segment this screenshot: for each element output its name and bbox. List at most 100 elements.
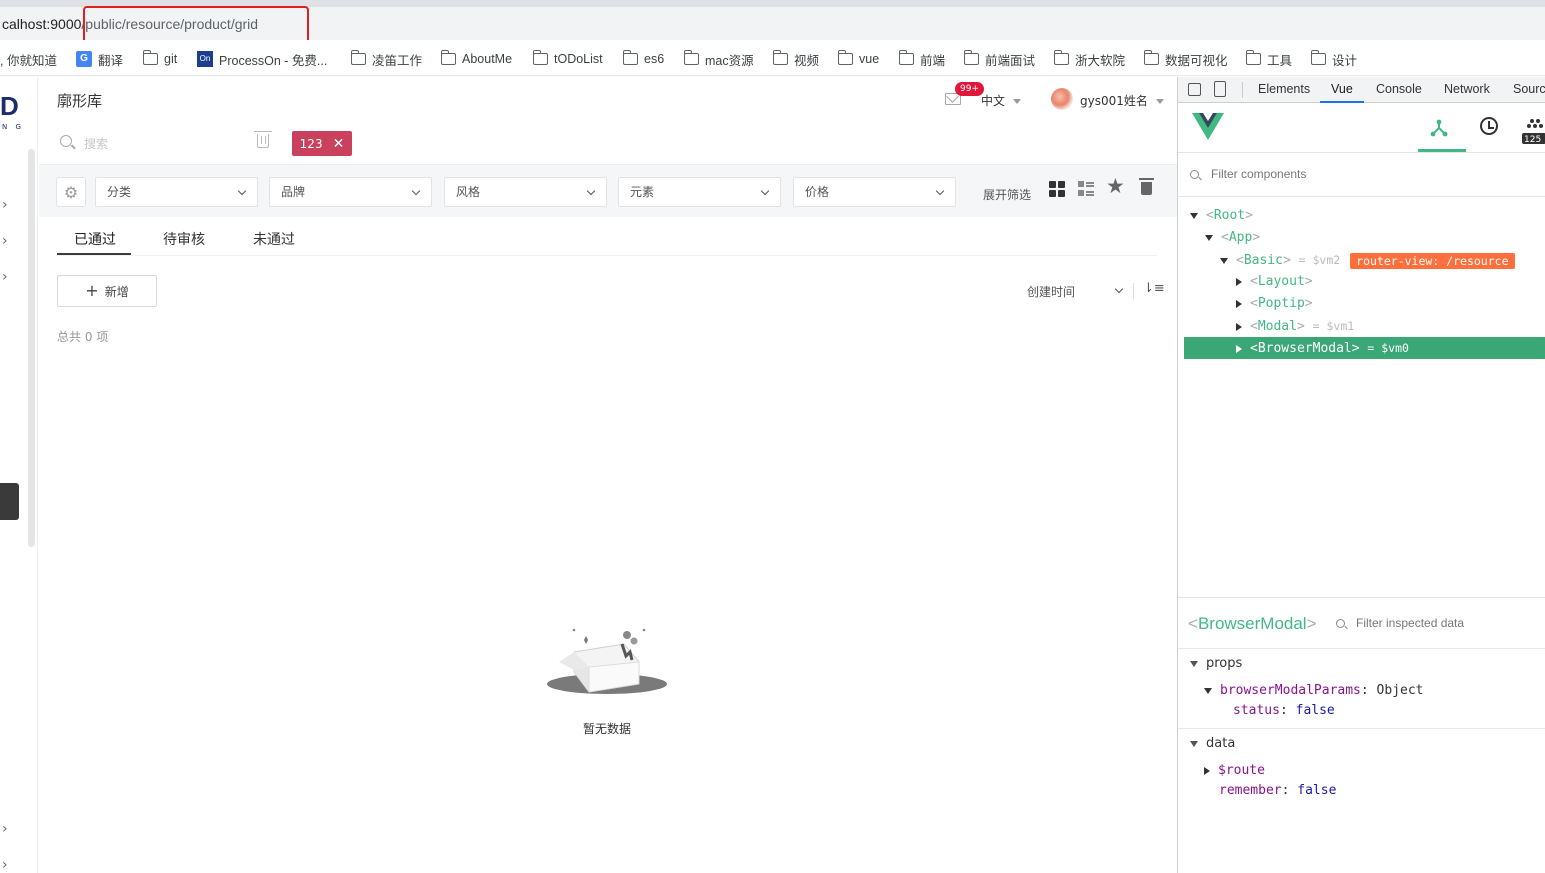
data-section-header[interactable]: data [1190,736,1235,751]
add-button-label: 新增 [104,284,129,299]
folder-icon [1310,50,1326,65]
expand-toggle-icon [1190,660,1198,667]
bookmark-item[interactable]: git [142,50,177,67]
bookmark-label: es6 [644,52,665,66]
components-icon[interactable] [1430,119,1448,137]
device-toolbar-icon[interactable] [1214,81,1226,97]
user-menu[interactable]: gys001姓名 [1080,92,1164,109]
data-row[interactable]: $route [1204,763,1265,778]
bookmark-item[interactable]: 数据可视化 [1143,50,1228,68]
search-input[interactable] [84,133,244,155]
bookmark-item[interactable]: tODoList [532,50,603,67]
chevron-right-icon[interactable]: › [2,197,8,213]
vm-ref: = $vm2 [1298,253,1341,267]
bookmark-item[interactable]: mac资源 [683,50,754,68]
trash-icon[interactable] [1139,178,1154,195]
bookmark-item[interactable]: 前端 [898,50,945,68]
settings-gear-icon[interactable]: ⚙ [56,177,86,207]
chevron-right-icon[interactable]: › [2,269,8,285]
folder-icon [683,50,699,65]
bookmark-item[interactable]: , 你就知道 [0,51,57,68]
sidebar-scrollbar[interactable] [28,149,35,547]
bookmark-item[interactable]: 凌笛工作 [350,50,423,68]
bookmark-item[interactable]: vue [837,50,879,67]
filter-style-select[interactable]: 风格 [444,177,607,207]
bookmark-item[interactable]: es6 [622,50,665,67]
devtools-tab-network[interactable]: Network [1444,82,1490,96]
search-tag-chip[interactable]: 123 ✕ [292,131,352,156]
component-name: Poptip [1257,296,1305,311]
add-button[interactable]: + 新增 [57,275,157,307]
expand-toggle-icon[interactable] [1190,212,1198,219]
close-icon[interactable]: ✕ [333,137,345,151]
expand-toggle-icon[interactable] [1220,257,1228,264]
chevron-right-icon[interactable]: › [2,821,8,837]
bookmark-item[interactable]: On ProcessOn - 免费... [197,51,327,68]
filter-bar: ⚙ 分类 品牌 风格 元素 价格 展开筛选 ★ [39,165,1177,217]
tab-rejected[interactable]: 未通过 [253,229,295,249]
tag-chip-label: 123 [299,136,323,151]
expand-toggle-icon[interactable] [1236,344,1242,353]
tree-node[interactable]: <Modal> = $vm1 [1178,315,1545,337]
expand-toggle-icon[interactable] [1236,299,1242,308]
sort-order-icon[interactable]: ⇂≡ [1143,281,1165,296]
bookmark-item[interactable]: 前端面试 [963,50,1035,68]
star-icon[interactable]: ★ [1106,176,1125,197]
app-logo[interactable]: D [0,93,19,119]
tab-pending[interactable]: 待审核 [163,229,205,249]
tree-node-selected[interactable]: <BrowserModal> = $vm0 [1184,337,1545,359]
bookmark-item[interactable]: 视频 [772,50,819,68]
expand-toggle-icon[interactable] [1236,277,1242,286]
bookmark-item[interactable]: G 翻译 [76,51,123,68]
expand-toggle-icon[interactable] [1236,322,1242,331]
folder-icon [1143,50,1159,65]
data-row[interactable]: remember: false [1219,783,1336,798]
tree-node[interactable]: <Root> [1178,205,1545,227]
tree-node[interactable]: <Poptip> [1178,293,1545,315]
sort-select[interactable]: 创建时间 [1027,283,1124,300]
bookmark-item[interactable]: 工具 [1245,50,1292,68]
chevron-right-icon[interactable]: › [2,857,8,873]
grid-view-icon[interactable] [1049,181,1065,197]
bookmark-item[interactable]: 设计 [1310,50,1357,68]
devtools-tab-vue[interactable]: Vue [1331,82,1353,96]
bookmark-item[interactable]: 浙大软院 [1053,50,1125,68]
expand-toggle-icon[interactable] [1205,234,1213,241]
bookmark-item[interactable]: AboutMe [440,50,513,67]
filter-brand-select[interactable]: 品牌 [269,177,432,207]
avatar[interactable] [1051,88,1073,110]
bookmark-label: AboutMe [462,52,513,66]
history-icon[interactable] [1480,117,1498,135]
tree-node[interactable]: <Layout> [1178,271,1545,293]
tab-approved[interactable]: 已通过 [74,229,116,249]
prop-row[interactable]: status: false [1233,703,1335,718]
folder-icon [898,50,914,65]
filter-inspected-data-input[interactable] [1356,616,1526,630]
component-name: Basic [1243,253,1283,268]
performance-icon[interactable]: 125 [1522,117,1545,145]
filter-category-select[interactable]: 分类 [95,177,258,207]
tree-node[interactable]: <Basic> = $vm2 router-view: /resource [1178,249,1545,271]
list-view-icon[interactable] [1078,181,1094,197]
perf-count: 125 [1524,135,1541,145]
filter-price-select[interactable]: 价格 [793,177,956,207]
props-section-header[interactable]: props [1190,656,1242,671]
inspect-element-icon[interactable] [1188,83,1201,96]
bookmark-label: 数据可视化 [1165,53,1228,68]
devtools-tab-sources[interactable]: Sourc [1513,82,1545,96]
expand-filter-link[interactable]: 展开筛选 [983,186,1031,203]
chevron-right-icon[interactable]: › [2,233,8,249]
total-count: 总共 0 项 [57,330,109,344]
tree-node[interactable]: <App> [1178,227,1545,249]
filter-element-select[interactable]: 元素 [618,177,781,207]
bookmark-label: , 你就知道 [0,53,57,68]
side-handle[interactable] [0,483,19,520]
devtools-tab-elements[interactable]: Elements [1258,82,1310,96]
inspected-component-title: <BrowserModal> [1188,614,1317,633]
filter-components-input[interactable] [1211,167,1511,181]
language-select[interactable]: 中文 [981,92,1022,109]
prop-row[interactable]: browserModalParams: Object [1204,683,1424,698]
clear-trash-icon[interactable] [254,131,272,148]
devtools-tab-console[interactable]: Console [1376,82,1422,96]
bookmark-label: 凌笛工作 [372,53,423,68]
